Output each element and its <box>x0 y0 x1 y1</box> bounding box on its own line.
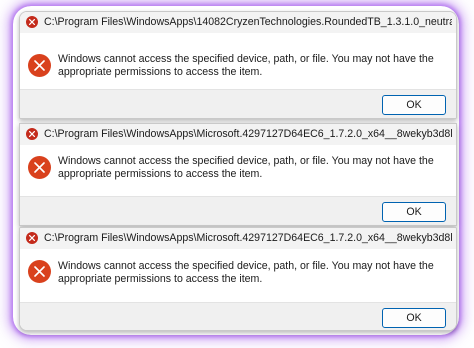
error-dialog-3: C:\Program Files\WindowsApps\Microsoft.4… <box>19 227 457 331</box>
error-dialog-1: C:\Program Files\WindowsApps\14082Cryzen… <box>19 11 457 119</box>
dialog-title: C:\Program Files\WindowsApps\14082Cryzen… <box>44 16 452 28</box>
dialog-footer: OK <box>20 196 456 225</box>
dialog-titlebar: C:\Program Files\WindowsApps\Microsoft.4… <box>20 124 456 145</box>
error-icon <box>28 54 51 77</box>
dialog-title: C:\Program Files\WindowsApps\Microsoft.4… <box>44 232 452 244</box>
error-small-icon <box>26 232 38 244</box>
error-small-icon <box>26 128 38 140</box>
error-icon <box>28 156 51 179</box>
error-icon <box>28 260 51 283</box>
error-message: Windows cannot access the specified devi… <box>58 155 434 180</box>
ok-button[interactable]: OK <box>382 202 446 222</box>
ok-button[interactable]: OK <box>382 95 446 115</box>
error-dialog-2: C:\Program Files\WindowsApps\Microsoft.4… <box>19 123 457 226</box>
error-small-icon <box>26 16 38 28</box>
error-message: Windows cannot access the specified devi… <box>58 53 434 78</box>
dialog-footer: OK <box>20 89 456 118</box>
dialog-titlebar: C:\Program Files\WindowsApps\14082Cryzen… <box>20 12 456 33</box>
error-message: Windows cannot access the specified devi… <box>58 260 434 285</box>
ok-button[interactable]: OK <box>382 308 446 328</box>
dialog-titlebar: C:\Program Files\WindowsApps\Microsoft.4… <box>20 228 456 249</box>
dialog-footer: OK <box>20 302 456 330</box>
dialog-title: C:\Program Files\WindowsApps\Microsoft.4… <box>44 128 452 140</box>
